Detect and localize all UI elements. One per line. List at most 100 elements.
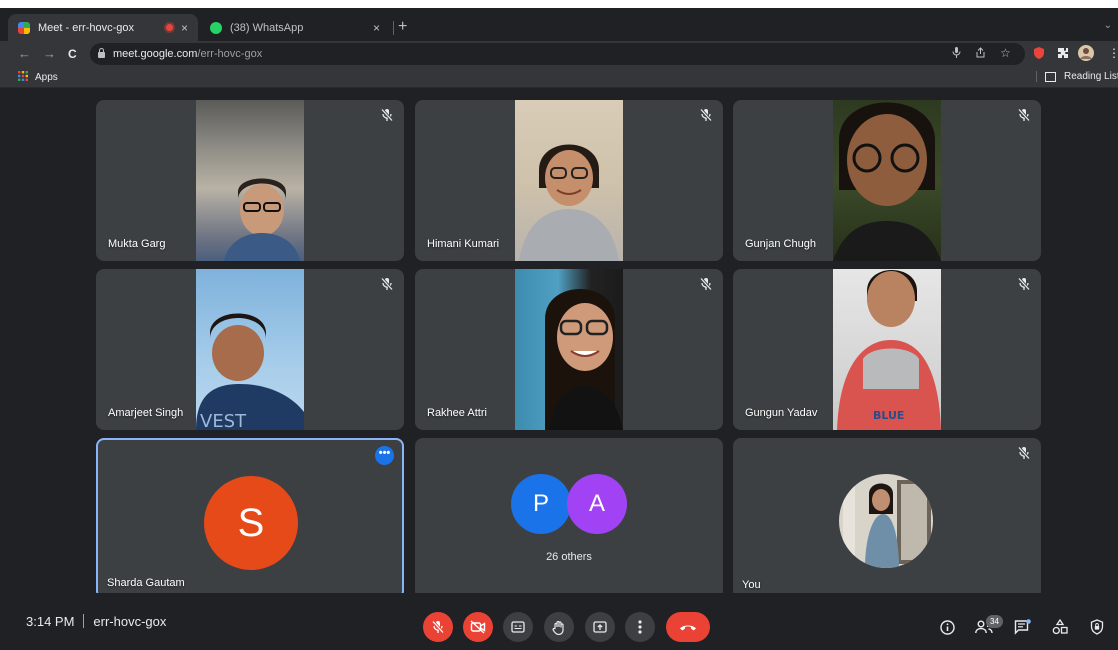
apps-label: Apps bbox=[35, 72, 58, 83]
clock: 3:14 PM bbox=[26, 614, 75, 629]
close-tab-icon[interactable]: × bbox=[373, 21, 380, 35]
muted-mic-icon bbox=[380, 277, 394, 291]
muted-mic-icon bbox=[1017, 446, 1031, 460]
browser-toolbar: ← → C meet.google.com/err-hovc-gox ☆ ⋮ bbox=[0, 41, 1118, 67]
back-button[interactable]: ← bbox=[18, 46, 31, 62]
muted-mic-icon bbox=[699, 277, 713, 291]
participant-name: Himani Kumari bbox=[427, 238, 500, 250]
present-screen-button[interactable] bbox=[585, 612, 615, 642]
whatsapp-favicon-icon bbox=[210, 21, 222, 34]
apps-shortcut[interactable]: Apps bbox=[18, 71, 58, 84]
participant-name: Rakhee Attri bbox=[427, 407, 487, 419]
participant-video bbox=[196, 100, 304, 261]
tab-separator bbox=[393, 21, 394, 35]
close-tab-icon[interactable]: × bbox=[181, 21, 188, 35]
raise-hand-button[interactable] bbox=[544, 612, 574, 642]
participant-count-badge: 34 bbox=[986, 615, 1003, 628]
extensions-puzzle-icon[interactable] bbox=[1057, 47, 1069, 62]
extension-red-icon[interactable] bbox=[1034, 47, 1044, 62]
shapes-icon bbox=[1052, 619, 1068, 635]
participant-tile-active[interactable]: S Sharda Gautam ••• bbox=[96, 438, 404, 599]
tab-whatsapp[interactable]: (38) WhatsApp × bbox=[200, 14, 390, 41]
mic-off-icon bbox=[431, 620, 445, 634]
more-options-button[interactable] bbox=[625, 612, 655, 642]
microphone-icon[interactable] bbox=[952, 47, 961, 61]
hang-up-icon bbox=[680, 625, 696, 631]
muted-mic-icon bbox=[1017, 277, 1031, 291]
meeting-info-button[interactable] bbox=[938, 618, 956, 636]
participant-name: You bbox=[742, 579, 761, 591]
meet-favicon-icon bbox=[18, 21, 30, 34]
participant-video bbox=[833, 100, 941, 261]
camera-off-icon bbox=[470, 620, 486, 634]
present-icon bbox=[593, 621, 607, 633]
address-bar[interactable]: meet.google.com/err-hovc-gox ☆ bbox=[90, 43, 1025, 65]
self-tile[interactable]: You bbox=[733, 438, 1041, 599]
participant-name: Gungun Yadav bbox=[745, 407, 818, 419]
participant-name: Amarjeet Singh bbox=[108, 407, 184, 419]
muted-mic-icon bbox=[699, 108, 713, 122]
browser-window: Meet - err-hovc-gox × (38) WhatsApp × + … bbox=[0, 8, 1118, 650]
avatar: P bbox=[511, 474, 571, 534]
url-host: meet.google.com bbox=[113, 48, 198, 60]
participant-tile[interactable]: Himani Kumari bbox=[415, 100, 723, 261]
forward-button[interactable]: → bbox=[43, 46, 56, 62]
leave-call-button[interactable] bbox=[666, 612, 710, 642]
info-icon bbox=[939, 619, 955, 635]
svg-text:BLUE: BLUE bbox=[873, 409, 904, 422]
share-icon[interactable] bbox=[975, 47, 986, 61]
browser-menu-icon[interactable]: ⋮ bbox=[1108, 46, 1118, 60]
captions-button[interactable] bbox=[503, 612, 533, 642]
participant-tile[interactable]: Mukta Garg bbox=[96, 100, 404, 261]
muted-mic-icon bbox=[380, 108, 394, 122]
host-controls-button[interactable] bbox=[1088, 618, 1106, 636]
tab-meet[interactable]: Meet - err-hovc-gox × bbox=[8, 14, 198, 41]
muted-mic-icon bbox=[1017, 108, 1031, 122]
reload-button[interactable]: C bbox=[68, 46, 77, 62]
meeting-code: err-hovc-gox bbox=[93, 614, 167, 629]
svg-text:VEST: VEST bbox=[200, 411, 247, 430]
participant-video: BLUE bbox=[833, 269, 941, 430]
activities-button[interactable] bbox=[1051, 618, 1069, 636]
camera-toggle-button[interactable] bbox=[463, 612, 493, 642]
tab-title: Meet - err-hovc-gox bbox=[38, 21, 134, 34]
avatar: S bbox=[204, 476, 298, 570]
meeting-details: 3:14 PM err-hovc-gox bbox=[26, 614, 166, 629]
meeting-controls-bar: 3:14 PM err-hovc-gox 34 bbox=[0, 593, 1118, 650]
recording-indicator-icon bbox=[165, 24, 173, 31]
apps-grid-icon bbox=[18, 71, 28, 84]
meeting-grid: Mukta Garg Himani Kumari Gunjan Chugh VE… bbox=[0, 88, 1118, 599]
participant-name: Sharda Gautam bbox=[107, 577, 185, 589]
reading-list-label: Reading List bbox=[1064, 71, 1118, 82]
chat-icon bbox=[1014, 619, 1031, 635]
tab-search-icon[interactable]: ⌄ bbox=[1104, 20, 1112, 31]
reading-list-icon bbox=[1045, 71, 1056, 82]
reading-list-button[interactable]: Reading List bbox=[1036, 71, 1118, 82]
participant-tile[interactable]: VEST Amarjeet Singh bbox=[96, 269, 404, 430]
self-avatar bbox=[839, 474, 933, 568]
closed-captions-icon bbox=[511, 621, 525, 633]
chat-button[interactable] bbox=[1013, 618, 1031, 636]
participant-tile[interactable]: Gunjan Chugh bbox=[733, 100, 1041, 261]
participant-tile[interactable]: BLUE Gungun Yadav bbox=[733, 269, 1041, 430]
bookmark-star-icon[interactable]: ☆ bbox=[1000, 46, 1011, 60]
others-tile[interactable]: P A 26 others bbox=[415, 438, 723, 599]
hand-icon bbox=[552, 620, 564, 635]
participant-name: Gunjan Chugh bbox=[745, 238, 816, 250]
tab-strip: Meet - err-hovc-gox × (38) WhatsApp × + … bbox=[0, 8, 1118, 41]
profile-avatar-icon[interactable] bbox=[1078, 45, 1094, 64]
participant-name: Mukta Garg bbox=[108, 238, 166, 250]
participant-tile[interactable]: Rakhee Attri bbox=[415, 269, 723, 430]
lock-icon bbox=[98, 48, 105, 58]
more-options-button[interactable]: ••• bbox=[375, 446, 394, 465]
tab-title: (38) WhatsApp bbox=[230, 21, 304, 34]
divider bbox=[83, 614, 85, 628]
more-vert-icon bbox=[638, 620, 642, 634]
new-tab-button[interactable]: + bbox=[398, 19, 407, 35]
avatar: A bbox=[567, 474, 627, 534]
url-path: /err-hovc-gox bbox=[197, 48, 263, 60]
participant-video: VEST bbox=[196, 269, 304, 430]
participant-video bbox=[515, 269, 623, 430]
microphone-toggle-button[interactable] bbox=[423, 612, 453, 642]
shield-lock-icon bbox=[1090, 619, 1104, 635]
